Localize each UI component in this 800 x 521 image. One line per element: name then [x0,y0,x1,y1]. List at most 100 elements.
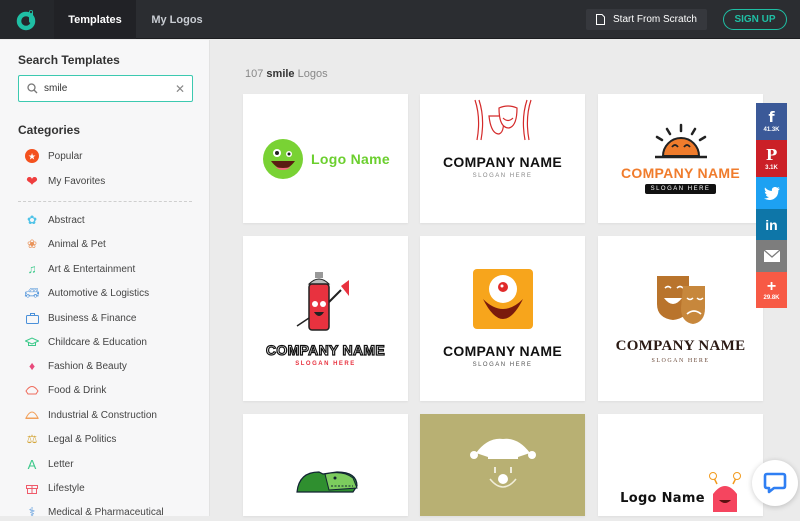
sidebar-item-business-finance[interactable]: Business & Finance [24,309,136,327]
sign-up-button[interactable]: SIGN UP [723,9,787,30]
clear-search-icon[interactable]: ✕ [175,82,185,96]
sidebar-item-label: Letter [48,458,74,470]
pinterest-share-count: 3.1K [765,165,778,171]
sidebar-item-fashion-beauty[interactable]: ♦ Fashion & Beauty [24,357,127,375]
theater-masks-curtain-icon [473,99,532,141]
linkedin-icon: in [765,216,778,233]
scales-icon: ⚖ [26,432,38,446]
diamond-icon: ♦ [28,359,36,373]
logo-card[interactable]: COMPANY NAME SLOGAN HERE [598,94,763,223]
star-badge-icon: ★ [24,148,40,164]
logo-name: Logo Name [311,150,390,167]
logo-card[interactable]: COMPANY NAME SLOGAN HERE [598,236,763,401]
tab-my-logos[interactable]: My Logos [136,0,218,39]
sidebar-item-label: Industrial & Construction [48,409,157,421]
sidebar-item-label: Legal & Politics [48,433,117,445]
chat-bubble-icon [763,472,787,494]
sidebar-item-art-entertainment[interactable]: ♫ Art & Entertainment [24,260,136,278]
search-templates-heading: Search Templates [18,53,120,67]
email-share-button[interactable] [756,240,787,272]
more-share-button[interactable]: + 29.8K [756,272,787,308]
slogan: SLOGAN HERE [472,173,533,179]
slogan: SLOGAN HERE [651,357,710,364]
sidebar-item-label: My Favorites [48,175,106,187]
logo-card[interactable]: COMPANY NAME SLOGAN HERE [420,94,585,223]
sidebar-item-popular[interactable]: ★ Popular [24,147,82,165]
sidebar-item-label: Lifestyle [48,482,85,494]
sidebar-item-legal-politics[interactable]: ⚖ Legal & Politics [24,430,117,448]
start-from-scratch-label: Start From Scratch [613,14,697,25]
results-count: 107 smile Logos [245,68,328,80]
sidebar-item-food-drink[interactable]: Food & Drink [24,381,106,399]
sidebar-item-childcare-education[interactable]: Childcare & Education [24,333,147,351]
tab-templates[interactable]: Templates [54,0,136,39]
sidebar-item-label: Business & Finance [48,312,137,324]
sidebar-item-lifestyle[interactable]: Lifestyle [24,479,85,497]
chat-button[interactable] [752,460,798,506]
slogan: SLOGAN HERE [472,362,533,368]
results-query: smile [266,68,295,80]
twitter-icon [763,186,780,200]
golden-theater-masks-icon [656,275,705,324]
company-name: COMPANY NAME [621,165,740,181]
search-icon [27,83,38,94]
abstract-icon: ✿ [26,213,38,227]
music-note-icon: ♫ [27,262,37,276]
company-name: COMPANY NAME [615,337,746,354]
briefcase-icon [24,310,40,326]
sidebar: Search Templates ✕ Categories ★ Popular … [0,40,210,519]
brand-logo-icon [16,9,36,30]
categories-heading: Categories [18,123,81,137]
linkedin-share-button[interactable]: in [756,209,787,240]
slogan: SLOGAN HERE [644,184,717,194]
svg-text:★: ★ [28,152,36,162]
divider [18,201,192,202]
pinterest-icon: P [765,146,778,164]
sidebar-item-label: Fashion & Beauty [48,360,127,372]
brand-logo[interactable] [0,0,54,39]
gift-icon [24,480,40,496]
results-count-number: 107 [245,68,264,80]
pinterest-share-button[interactable]: P 3.1K [756,140,787,177]
email-icon [763,250,780,262]
facebook-share-button[interactable]: f 41.3K [756,103,787,140]
sidebar-item-abstract[interactable]: ✿ Abstract [24,211,85,229]
sidebar-item-automotive-logistics[interactable]: 🚙︎ Automotive & Logistics [24,284,149,302]
logo-card[interactable]: Logo Name [243,94,408,223]
letter-a-icon: A [27,456,37,472]
sidebar-item-label: Automotive & Logistics [48,287,150,299]
car-icon: 🚙︎ [24,286,40,300]
top-bar: Templates My Logos Start From Scratch SI… [0,0,800,39]
plus-icon: + [766,277,777,295]
food-icon [24,382,40,398]
heart-icon: ❤ [26,172,38,189]
facebook-share-count: 41.3K [763,127,780,133]
start-from-scratch-button[interactable]: Start From Scratch [586,9,707,30]
sidebar-item-label: Childcare & Education [48,336,147,348]
logo-card[interactable]: COMPANY NAME SLOGAN HERE [243,236,408,401]
sidebar-item-animal-pet[interactable]: ❀ Animal & Pet [24,235,106,253]
facebook-icon: f [768,110,775,126]
logo-card[interactable] [420,414,585,516]
results-area: 107 smile Logos Logo Name COMPANY NAME S… [211,40,800,516]
sidebar-item-medical-pharmaceutical[interactable]: ⚕ Medical & Pharmaceutical [24,503,164,521]
graduation-cap-icon [24,334,40,350]
logo-name: Logo Name [620,491,705,506]
one-eyed-monster-icon [472,269,533,329]
green-monster-icon [263,138,304,179]
pink-monster-icon [708,472,741,512]
search-input[interactable] [44,83,164,94]
logo-card[interactable]: Logo Name [598,414,763,516]
stethoscope-icon: ⚕ [28,505,36,519]
smiling-sun-icon [654,123,707,159]
sidebar-item-my-favorites[interactable]: ❤ My Favorites [24,172,105,190]
search-box: ✕ [18,75,193,102]
sidebar-item-label: Art & Entertainment [48,263,136,275]
slogan: SLOGAN HERE [295,361,356,367]
logo-card[interactable] [243,414,408,516]
twitter-share-button[interactable] [756,177,787,209]
sidebar-item-industrial-construction[interactable]: Industrial & Construction [24,406,157,424]
spray-can-mascot-icon [296,272,349,331]
sidebar-item-letter[interactable]: A Letter [24,455,74,473]
logo-card[interactable]: COMPANY NAME SLOGAN HERE [420,236,585,401]
